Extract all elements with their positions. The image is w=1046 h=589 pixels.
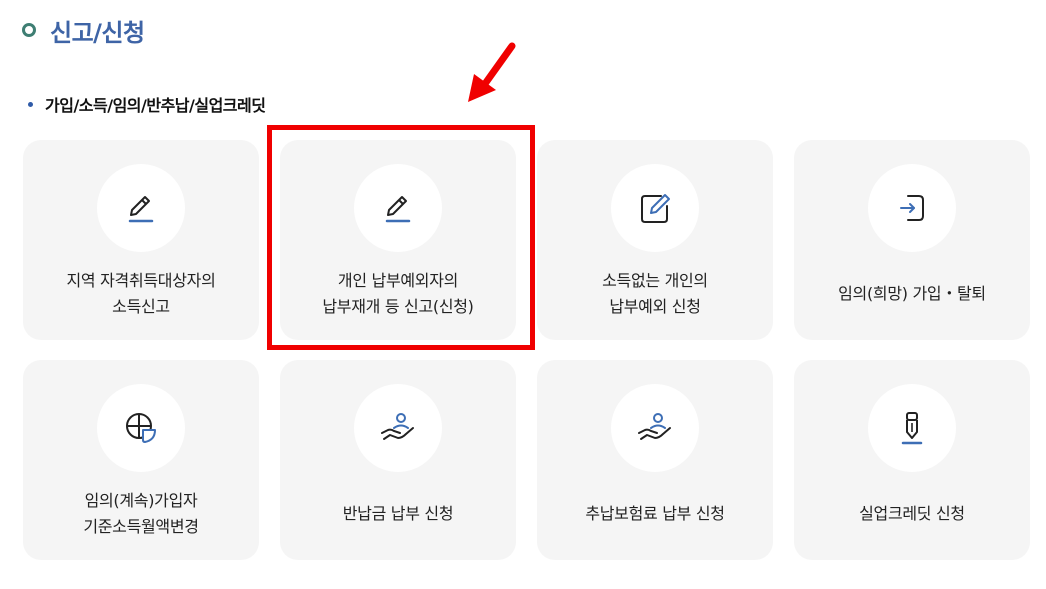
- hand-person-icon: [638, 413, 671, 440]
- page-title: 신고/신청: [22, 12, 145, 48]
- card-label: 개인 납부예외자의 납부재개 등 신고(신청): [322, 271, 474, 316]
- red-arrow-icon: [468, 42, 516, 102]
- card-payment-resume-report[interactable]: 개인 납부예외자의 납부재개 등 신고(신청): [280, 140, 516, 340]
- card-additional-premium-payment[interactable]: 추납보험료 납부 신청: [537, 360, 773, 560]
- card-voluntary-join-withdraw[interactable]: 임의(희망) 가입・탈퇴: [794, 140, 1030, 340]
- login-icon: [900, 195, 924, 221]
- card-icon-circle: [868, 384, 956, 472]
- card-label: 임의(계속)가입자 기준소득월액변경: [83, 491, 199, 536]
- card-label: 소득없는 개인의 납부예외 신청: [602, 271, 708, 316]
- pen-icon: [128, 196, 154, 223]
- card-icon-circle: [868, 164, 956, 252]
- page-title-text: 신고/신청: [50, 18, 145, 47]
- card-regional-income-report[interactable]: 지역 자격취득대상자의 소득신고: [23, 140, 259, 340]
- section-title-text: 가입/소득/임의/반추납/실업크레딧: [45, 96, 266, 115]
- card-standard-income-change[interactable]: 임의(계속)가입자 기준소득월액변경: [23, 360, 259, 560]
- hand-person-icon: [381, 413, 414, 440]
- pencil-icon: [901, 412, 923, 445]
- card-icon-circle: [97, 384, 185, 472]
- card-icon-circle: [611, 384, 699, 472]
- card-icon-circle: [611, 164, 699, 252]
- section-title: 가입/소득/임의/반추납/실업크레딧: [28, 92, 266, 116]
- card-label: 반납금 납부 신청: [342, 504, 454, 523]
- card-label: 임의(희망) 가입・탈퇴: [838, 284, 986, 303]
- card-icon-circle: [354, 164, 442, 252]
- card-no-income-exception[interactable]: 소득없는 개인의 납부예외 신청: [537, 140, 773, 340]
- card-icon-circle: [354, 384, 442, 472]
- card-unemployment-credit[interactable]: 실업크레딧 신청: [794, 360, 1030, 560]
- edit-box-icon: [641, 194, 670, 223]
- card-icon-circle: [97, 164, 185, 252]
- card-label: 실업크레딧 신청: [859, 504, 965, 523]
- section-bullet-icon: [28, 101, 33, 107]
- card-label: 추납보험료 납부 신청: [585, 504, 725, 523]
- pen-icon: [385, 196, 411, 223]
- title-bullet-icon: [22, 23, 36, 37]
- card-refund-payment[interactable]: 반납금 납부 신청: [280, 360, 516, 560]
- card-label: 지역 자격취득대상자의 소득신고: [66, 271, 216, 316]
- pie-chart-icon: [126, 413, 156, 443]
